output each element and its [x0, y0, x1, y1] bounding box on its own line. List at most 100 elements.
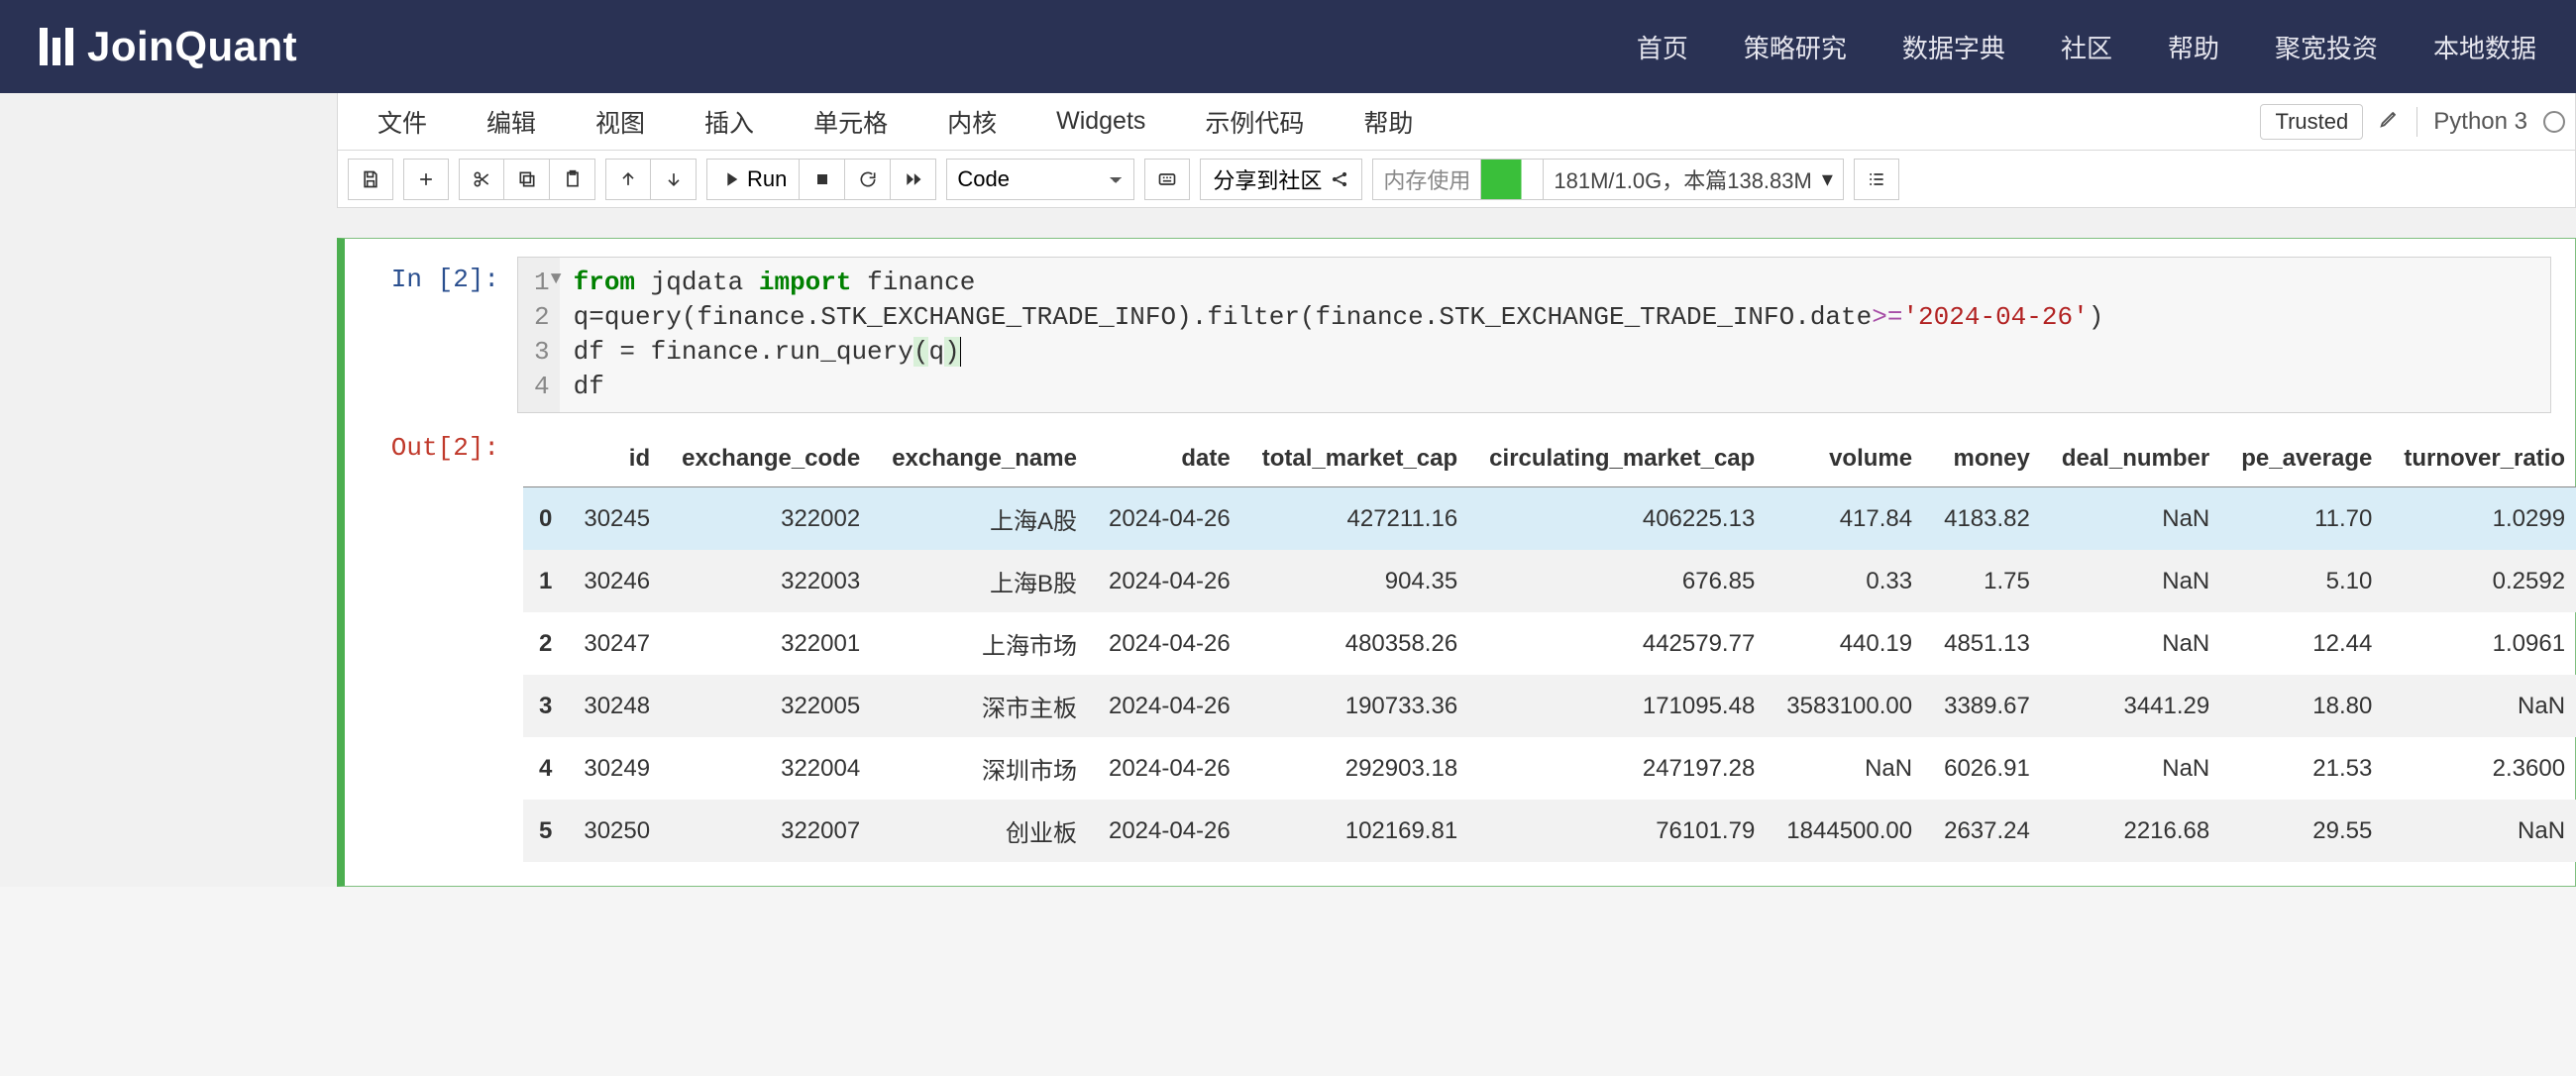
table-row[interactable]: 030245322002上海A股2024-04-26427211.1640622… — [523, 487, 2576, 551]
kernel-name[interactable]: Python 3 — [2433, 108, 2527, 136]
fast-forward-button[interactable] — [891, 159, 936, 200]
copy-button[interactable] — [504, 159, 550, 200]
table-cell: 3441.29 — [2046, 675, 2225, 737]
nav-data-dict[interactable]: 数据字典 — [1902, 29, 2005, 65]
table-cell: 11.70 — [2225, 487, 2388, 551]
table-cell: 442579.77 — [1473, 612, 1771, 675]
table-cell: 2.3600 — [2388, 737, 2576, 800]
toc-button[interactable] — [1854, 159, 1899, 200]
table-cell: 30249 — [568, 737, 666, 800]
table-cell: 1.0961 — [2388, 612, 2576, 675]
table-cell: 427211.16 — [1246, 487, 1473, 551]
code-cell[interactable]: In [2]: 1 2 3 4 ▼ from jqdata import fin… — [337, 238, 2576, 887]
menu-widgets[interactable]: Widgets — [1026, 107, 1175, 136]
table-cell: 417.84 — [1771, 487, 1928, 551]
dataframe-table: id exchange_code exchange_name date tota… — [523, 431, 2576, 862]
command-palette-button[interactable] — [1144, 159, 1190, 200]
table-cell: 2024-04-26 — [1093, 675, 1246, 737]
move-down-button[interactable] — [651, 159, 697, 200]
table-cell: 2024-04-26 — [1093, 612, 1246, 675]
menubar: 文件 编辑 视图 插入 单元格 内核 Widgets 示例代码 帮助 Trust… — [337, 93, 2576, 151]
toolbar: Run Code 分享到社区 内存使 — [337, 151, 2576, 208]
table-cell: 322001 — [666, 612, 876, 675]
table-cell: 322004 — [666, 737, 876, 800]
menu-file[interactable]: 文件 — [348, 104, 457, 140]
save-button[interactable] — [348, 159, 393, 200]
code-editor[interactable]: 1 2 3 4 ▼ from jqdata import finance q=q… — [517, 257, 2551, 413]
code-text[interactable]: from jqdata import finance q=query(finan… — [560, 258, 2550, 412]
table-cell: 102169.81 — [1246, 800, 1473, 862]
table-cell: 2024-04-26 — [1093, 737, 1246, 800]
menu-insert[interactable]: 插入 — [675, 104, 784, 140]
row-index: 3 — [523, 675, 568, 737]
menu-view[interactable]: 视图 — [566, 104, 675, 140]
kernel-status-icon[interactable] — [2543, 111, 2565, 133]
menu-help[interactable]: 帮助 — [1334, 104, 1443, 140]
separator — [2416, 107, 2417, 137]
table-cell: 171095.48 — [1473, 675, 1771, 737]
cell-type-select[interactable]: Code — [946, 159, 1134, 200]
table-cell: 0.33 — [1771, 550, 1928, 612]
move-up-button[interactable] — [605, 159, 651, 200]
menu-kernel[interactable]: 内核 — [917, 104, 1026, 140]
row-index: 0 — [523, 487, 568, 551]
table-cell: 76101.79 — [1473, 800, 1771, 862]
edit-pencil-icon[interactable] — [2379, 107, 2401, 136]
top-nav: JoinQuant 首页 策略研究 数据字典 社区 帮助 聚宽投资 本地数据 — [0, 0, 2576, 93]
memory-text: 181M/1.0G，本篇138.83M — [1544, 163, 1821, 195]
run-button[interactable]: Run — [706, 159, 800, 200]
table-cell: 3583100.00 — [1771, 675, 1928, 737]
table-cell: 2024-04-26 — [1093, 550, 1246, 612]
trusted-badge[interactable]: Trusted — [2260, 104, 2363, 140]
cut-button[interactable] — [459, 159, 504, 200]
menu-cell[interactable]: 单元格 — [784, 104, 917, 140]
table-cell: 12.44 — [2225, 612, 2388, 675]
nav-community[interactable]: 社区 — [2061, 29, 2112, 65]
menu-examples[interactable]: 示例代码 — [1175, 104, 1334, 140]
table-cell: 30248 — [568, 675, 666, 737]
brand[interactable]: JoinQuant — [40, 23, 297, 70]
table-row[interactable]: 530250322007创业板2024-04-26102169.8176101.… — [523, 800, 2576, 862]
share-label: 分享到社区 — [1213, 163, 1322, 195]
output-prompt: Out[2]: — [369, 425, 517, 463]
table-cell: 30245 — [568, 487, 666, 551]
table-cell: 3389.67 — [1928, 675, 2046, 737]
table-cell: 深市主板 — [876, 675, 1093, 737]
table-cell: 5.10 — [2225, 550, 2388, 612]
restart-button[interactable] — [845, 159, 891, 200]
nav-strategy[interactable]: 策略研究 — [1744, 29, 1847, 65]
table-cell: 30247 — [568, 612, 666, 675]
table-cell: 上海市场 — [876, 612, 1093, 675]
table-cell: NaN — [2046, 612, 2225, 675]
table-cell: 480358.26 — [1246, 612, 1473, 675]
table-cell: NaN — [2388, 800, 2576, 862]
share-community-button[interactable]: 分享到社区 — [1200, 159, 1362, 200]
nav-invest[interactable]: 聚宽投资 — [2275, 29, 2378, 65]
add-cell-button[interactable] — [403, 159, 449, 200]
table-row[interactable]: 430249322004深圳市场2024-04-26292903.1824719… — [523, 737, 2576, 800]
table-row[interactable]: 330248322005深市主板2024-04-26190733.3617109… — [523, 675, 2576, 737]
table-cell: 2637.24 — [1928, 800, 2046, 862]
table-cell: 322002 — [666, 487, 876, 551]
memory-bar-icon — [1480, 160, 1544, 199]
table-row[interactable]: 130246322003上海B股2024-04-26904.35676.850.… — [523, 550, 2576, 612]
nav-help[interactable]: 帮助 — [2168, 29, 2219, 65]
table-row[interactable]: 230247322001上海市场2024-04-26480358.2644257… — [523, 612, 2576, 675]
table-cell: 4851.13 — [1928, 612, 2046, 675]
table-cell: 30246 — [568, 550, 666, 612]
share-icon — [1330, 169, 1349, 189]
table-cell: 6026.91 — [1928, 737, 2046, 800]
nav-local-data[interactable]: 本地数据 — [2433, 29, 2536, 65]
table-cell: NaN — [2046, 487, 2225, 551]
stop-button[interactable] — [800, 159, 845, 200]
table-cell: NaN — [2046, 550, 2225, 612]
fold-icon[interactable]: ▼ — [551, 268, 562, 291]
input-prompt: In [2]: — [369, 257, 517, 294]
menu-edit[interactable]: 编辑 — [457, 104, 566, 140]
table-cell: NaN — [2046, 737, 2225, 800]
memory-usage[interactable]: 内存使用 181M/1.0G，本篇138.83M ▾ — [1372, 159, 1844, 200]
paste-button[interactable] — [550, 159, 595, 200]
row-index: 1 — [523, 550, 568, 612]
table-cell: 18.80 — [2225, 675, 2388, 737]
nav-home[interactable]: 首页 — [1637, 29, 1688, 65]
